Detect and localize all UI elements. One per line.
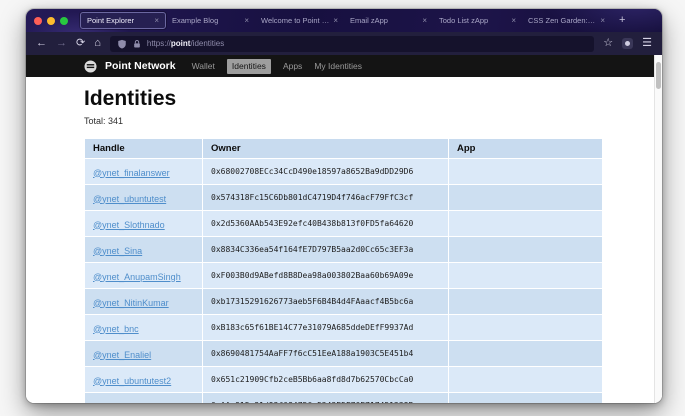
url-host: point [170,39,191,48]
table-row: @ynet_Enaliel 0x8690481754AaFF7f6cC51EeA… [85,341,602,366]
table-row: @ynet_ubuntutest 0x574318Fc15C6Db801dC47… [85,185,602,210]
tab-strip: Point Explorer × Example Blog × Welcome … [80,9,611,32]
tab-label: CSS Zen Garden: The Beauty of CSS [528,16,596,25]
owner-address: 0xF003B0d9ABefd8B8Dea98a003802Baa60b69A0… [203,263,448,288]
scrollbar[interactable] [654,55,662,403]
scrollbar-thumb[interactable] [656,62,661,89]
owner-address: 0x2d5360AAb543E92efc40B438b813f0FD5fa646… [203,211,448,236]
handle-link[interactable]: @ynet_ubuntutest2 [93,376,171,386]
browser-window: Point Explorer × Example Blog × Welcome … [26,9,662,403]
page-content: Identities Total: 341 Handle Owner App @… [26,77,662,403]
owner-address: 0x8690481754AaFF7f6cC51EeA188a1903C5E451… [203,341,448,366]
home-icon[interactable]: ⌂ [94,38,101,49]
close-icon[interactable]: × [244,16,249,25]
handle-link[interactable]: @ynet_AnupamSingh [93,272,181,282]
reload-icon[interactable]: ⟳ [76,38,85,49]
back-icon[interactable]: ← [36,38,47,49]
identities-table: Handle Owner App @ynet_finalanswer 0x680… [84,138,603,403]
url-path: /identities [190,39,225,48]
tab-point-explorer[interactable]: Point Explorer × [80,12,166,29]
tab-label: Todo List zApp [439,16,489,25]
handle-link[interactable]: @ynet_finalanswer [93,168,170,178]
tab-example-blog[interactable]: Example Blog × [166,14,255,27]
close-icon[interactable]: × [154,16,159,25]
new-tab-button[interactable]: + [619,15,625,26]
handle-link[interactable]: @ynet_NitinKumar [93,298,169,308]
tab-email-zapp[interactable]: Email zApp × [344,14,433,27]
column-header-owner: Owner [203,139,448,158]
owner-address: 0x651c21909Cfb2ceB5Bb6aa8fd8d7b62570CbcC… [203,367,448,392]
app-nav: Wallet Identities Apps My Identities [192,58,362,74]
total-count: Total: 341 [84,116,124,126]
handle-link[interactable]: @ynet_Enaliel [93,350,151,360]
handle-link[interactable]: @ynet_helloyoutube [93,402,175,404]
browser-titlebar: Point Explorer × Example Blog × Welcome … [26,9,662,32]
table-row: @ynet_ubuntutest2 0x651c21909Cfb2ceB5Bb6… [85,367,602,392]
window-controls [34,16,68,25]
extension-icon[interactable] [622,38,634,49]
tab-css-zen-garden[interactable]: CSS Zen Garden: The Beauty of CSS × [522,14,611,27]
tab-label: Email zApp [350,16,388,25]
browser-toolbar: ← → ⟳ ⌂ https://point/identities ☆ ☰ [26,32,662,55]
owner-address: 0xAAe915e21d92f084756e5243E5F70E71745123… [203,393,448,403]
table-row: @ynet_Slothnado 0x2d5360AAb543E92efc40B4… [85,211,602,236]
tab-label: Example Blog [172,16,219,25]
handle-link[interactable]: @ynet_Slothnado [93,220,165,230]
shield-icon[interactable] [117,39,127,49]
table-row: @ynet_finalanswer 0x68002708ECc34CcD490e… [85,159,602,184]
owner-address: 0xB183c65f61BE14C77e31079A685ddeDEfF9937… [203,315,448,340]
minimize-window-button[interactable] [47,16,55,25]
url-text: https://point/identities [147,39,224,48]
owner-address: 0x574318Fc15C6Db801dC4719D4f746acF79FfC3… [203,185,448,210]
page-title: Identities [84,87,177,110]
owner-address: 0x68002708ECc34CcD490e18597a8652Ba9dDD29… [203,159,448,184]
brand-name: Point Network [105,60,176,72]
nav-apps[interactable]: Apps [283,61,302,71]
handle-link[interactable]: @ynet_bnc [93,324,139,334]
column-header-app: App [449,139,602,158]
nav-identities[interactable]: Identities [226,58,271,74]
tab-label: Point Explorer [87,16,135,25]
bookmark-star-icon[interactable]: ☆ [603,38,613,49]
owner-address: 0xb17315291626773aeb5F6B4B4d4FAaacf4B5bc… [203,289,448,314]
handle-link[interactable]: @ynet_ubuntutest [93,194,166,204]
forward-icon[interactable]: → [56,38,67,49]
point-network-logo-icon [84,59,97,73]
tab-point-social[interactable]: Welcome to Point Social × [255,14,344,27]
column-header-handle: Handle [85,139,202,158]
menu-icon[interactable]: ☰ [642,38,652,49]
close-window-button[interactable] [34,16,42,25]
table-row: @ynet_bnc 0xB183c65f61BE14C77e31079A685d… [85,315,602,340]
zoom-window-button[interactable] [60,16,68,25]
nav-my-identities[interactable]: My Identities [314,61,362,71]
table-row: @ynet_NitinKumar 0xb17315291626773aeb5F6… [85,289,602,314]
close-icon[interactable]: × [422,16,427,25]
close-icon[interactable]: × [511,16,516,25]
url-scheme: https:// [146,39,171,48]
close-icon[interactable]: × [600,16,605,25]
table-row: @ynet_Sina 0x8834C336ea54f164fE7D797B5aa… [85,237,602,262]
close-icon[interactable]: × [333,16,338,25]
nav-wallet[interactable]: Wallet [192,61,215,71]
app-header: Point Network Wallet Identities Apps My … [26,55,662,77]
tab-todo-list-zapp[interactable]: Todo List zApp × [433,14,522,27]
table-row: @ynet_AnupamSingh 0xF003B0d9ABefd8B8Dea9… [85,263,602,288]
table-row: @ynet_helloyoutube 0xAAe915e21d92f084756… [85,393,602,403]
lock-icon[interactable] [132,39,142,49]
identities-table-body: @ynet_finalanswer 0x68002708ECc34CcD490e… [85,159,602,403]
owner-address: 0x8834C336ea54f164fE7D797B5aa2d0Cc65c3EF… [203,237,448,262]
tab-label: Welcome to Point Social [261,16,329,25]
table-header-row: Handle Owner App [85,139,602,158]
handle-link[interactable]: @ynet_Sina [93,246,142,256]
address-bar[interactable]: https://point/identities [109,35,595,52]
